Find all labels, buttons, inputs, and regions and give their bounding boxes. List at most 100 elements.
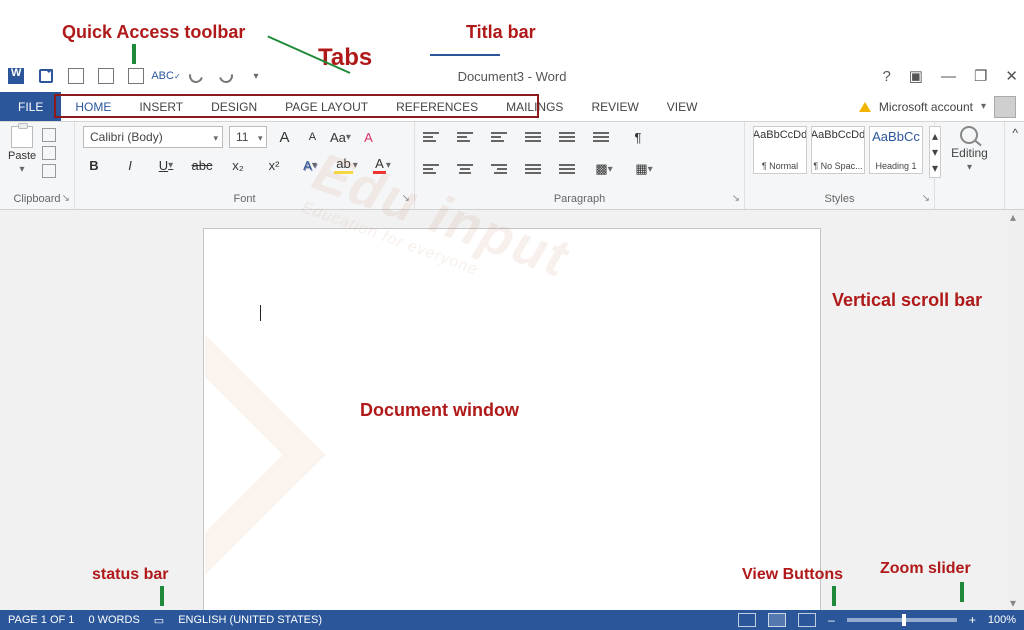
status-page[interactable]: PAGE 1 OF 1: [8, 614, 74, 626]
style-card-1[interactable]: AaBbCcDd¶ No Spac...: [811, 126, 865, 174]
borders-button[interactable]: ▦▾: [633, 158, 655, 180]
status-language[interactable]: ENGLISH (UNITED STATES): [178, 614, 322, 626]
paragraph-launcher[interactable]: ↘: [732, 193, 740, 204]
save-button[interactable]: [36, 66, 56, 86]
shading-button[interactable]: ▩▾: [593, 158, 615, 180]
font-color-button[interactable]: A ▾: [371, 154, 393, 176]
tab-design[interactable]: DESIGN: [197, 92, 271, 121]
numbering-button[interactable]: [457, 130, 473, 144]
editing-button[interactable]: Editing ▾: [951, 126, 988, 173]
tab-view[interactable]: VIEW: [653, 92, 712, 121]
change-case-button[interactable]: Aa ▾: [329, 126, 351, 148]
status-proof-icon[interactable]: ▭: [154, 614, 164, 627]
zoom-value[interactable]: 100%: [988, 614, 1016, 626]
superscript-button[interactable]: x²: [263, 154, 285, 176]
anno-qat-label: Quick Access toolbar: [62, 22, 245, 43]
chevron-down-icon[interactable]: ▾: [981, 101, 986, 112]
bold-button[interactable]: B: [83, 154, 105, 176]
print-layout-button[interactable]: [768, 613, 786, 627]
qat-open-button[interactable]: [126, 66, 146, 86]
tab-page-layout[interactable]: PAGE LAYOUT: [271, 92, 382, 121]
font-name-combo[interactable]: Calibri (Body) ▾: [83, 126, 223, 148]
ribbon-display-options[interactable]: ▣: [909, 67, 923, 85]
increase-indent-button[interactable]: [559, 130, 575, 144]
tab-mailings[interactable]: MAILINGS: [492, 92, 577, 121]
highlight-button[interactable]: ab ▾: [335, 154, 357, 176]
account-warning-icon: [859, 102, 871, 112]
tab-review[interactable]: REVIEW: [577, 92, 652, 121]
clipboard-launcher[interactable]: ↘: [62, 193, 70, 204]
line-spacing-button[interactable]: [559, 162, 575, 176]
read-mode-button[interactable]: [738, 613, 756, 627]
font-size-combo[interactable]: 11 ▾: [229, 126, 267, 148]
styles-launcher[interactable]: ↘: [922, 193, 930, 204]
help-button[interactable]: ?: [882, 68, 890, 85]
close-button[interactable]: ✕: [1005, 67, 1018, 85]
zoom-out-button[interactable]: –: [828, 613, 835, 627]
increase-font-button[interactable]: A: [273, 126, 295, 148]
undo-button[interactable]: [186, 66, 206, 86]
styles-group: AaBbCcDd¶ NormalAaBbCcDd¶ No Spac...AaBb…: [745, 122, 935, 209]
paste-button[interactable]: Paste ▾: [8, 126, 36, 175]
restore-button[interactable]: ❐: [974, 67, 987, 85]
qat-new-button[interactable]: [96, 66, 116, 86]
styles-group-label: Styles ↘: [753, 191, 926, 207]
subscript-button[interactable]: x₂: [227, 154, 249, 176]
decrease-indent-button[interactable]: [525, 130, 541, 144]
tab-insert[interactable]: INSERT: [125, 92, 197, 121]
cut-button[interactable]: [42, 128, 56, 142]
anno-titlebar-underline: [430, 54, 500, 56]
clipboard-group: Paste ▾ Clipboard ↘: [0, 122, 75, 209]
web-layout-button[interactable]: [798, 613, 816, 627]
italic-button[interactable]: I: [119, 154, 141, 176]
align-justify-button[interactable]: [525, 162, 541, 176]
vertical-scroll-bar[interactable]: [1008, 210, 1024, 610]
tab-home[interactable]: HOME: [61, 92, 125, 121]
strikethrough-button[interactable]: abc: [191, 154, 213, 176]
text-effects-button[interactable]: A ▾: [299, 154, 321, 176]
multilevel-list-button[interactable]: [491, 130, 507, 144]
font-group: Calibri (Body) ▾ 11 ▾ A A Aa ▾ A B I U ▾: [75, 122, 415, 209]
styles-gallery[interactable]: AaBbCcDd¶ NormalAaBbCcDd¶ No Spac...AaBb…: [753, 126, 923, 174]
ribbon-home: Paste ▾ Clipboard ↘ Calibri (Body) ▾: [0, 122, 1024, 210]
zoom-slider[interactable]: [847, 618, 957, 622]
align-left-button[interactable]: [423, 162, 439, 176]
status-words[interactable]: 0 WORDS: [88, 614, 139, 626]
paragraph-group: ¶ ▩▾ ▦▾ Paragraph ↘: [415, 122, 745, 209]
align-center-button[interactable]: [457, 162, 473, 176]
zoom-in-button[interactable]: +: [969, 613, 976, 627]
chevron-down-icon: ▾: [20, 164, 25, 175]
minimize-button[interactable]: —: [941, 68, 956, 85]
paste-icon: [11, 126, 33, 148]
format-painter-button[interactable]: [42, 164, 56, 178]
qat-touch-mode-button[interactable]: [66, 66, 86, 86]
document-page[interactable]: [203, 228, 821, 610]
editing-label: Editing: [951, 146, 988, 160]
copy-button[interactable]: [42, 146, 56, 160]
font-group-label: Font ↘: [83, 191, 406, 207]
bullets-button[interactable]: [423, 130, 439, 144]
account-area: Microsoft account ▾: [859, 92, 1024, 121]
font-launcher[interactable]: ↘: [402, 193, 410, 204]
redo-button[interactable]: [216, 66, 236, 86]
spelling-button[interactable]: ABC✓: [156, 66, 176, 86]
style-card-2[interactable]: AaBbCcHeading 1: [869, 126, 923, 174]
word-app-icon[interactable]: [6, 66, 26, 86]
anno-titlebar-label: Titla bar: [466, 22, 536, 43]
decrease-font-button[interactable]: A: [301, 126, 323, 148]
tab-file[interactable]: FILE: [0, 92, 61, 121]
window-controls: ? ▣ — ❐ ✕: [882, 60, 1018, 92]
account-label[interactable]: Microsoft account: [879, 100, 973, 114]
qat-customize-dropdown[interactable]: ▾: [246, 66, 266, 86]
clear-formatting-button[interactable]: A: [357, 126, 379, 148]
tab-references[interactable]: REFERENCES: [382, 92, 492, 121]
align-right-button[interactable]: [491, 162, 507, 176]
show-pilcrow-button[interactable]: ¶: [627, 126, 649, 148]
anno-statusbar-tick: [160, 586, 164, 606]
find-icon: [960, 126, 978, 144]
avatar[interactable]: [994, 96, 1016, 118]
style-card-0[interactable]: AaBbCcDd¶ Normal: [753, 126, 807, 174]
underline-button[interactable]: U ▾: [155, 154, 177, 176]
ribbon-collapse-button[interactable]: ^: [1006, 122, 1024, 209]
sort-button[interactable]: [593, 130, 609, 144]
